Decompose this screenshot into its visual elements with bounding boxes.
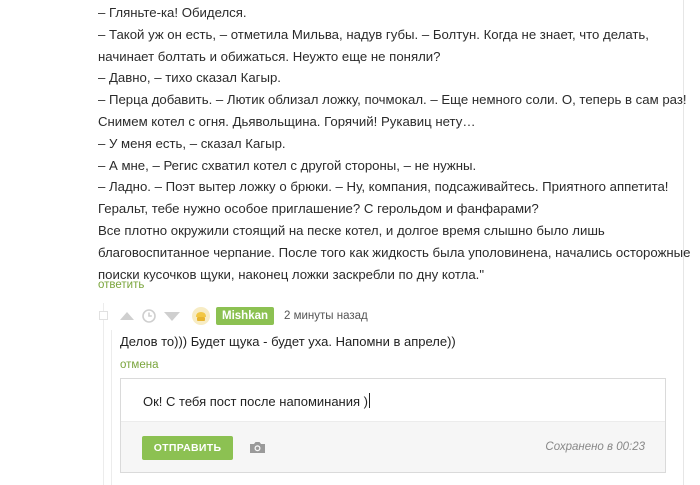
username-badge[interactable]: Mishkan (216, 307, 275, 325)
reply-textarea-value: Ок! С тебя пост после напоминания ) (143, 394, 368, 409)
camera-icon[interactable] (249, 440, 266, 454)
story-line: – Перца добавить. – Лютик облизал ложку,… (98, 92, 687, 108)
story-line: – Давно, – тихо сказал Кагыр. (98, 70, 281, 86)
story-line: – А мне, – Регис схватил котел с другой … (98, 157, 477, 173)
reply-link[interactable]: ответить (98, 279, 144, 291)
story-text: – Гляньте-ка! Обиделся. – Такой уж он ест… (98, 2, 691, 285)
story-line: начинает болтать и обижаться. Неужто еще… (98, 48, 441, 64)
story-line: – Ладно. – Поэт вытер ложку о брюки. – Н… (98, 179, 669, 195)
story-line: Все плотно окружили стоящий на песке кот… (98, 222, 605, 238)
branch-line (111, 330, 112, 485)
editor-toolbar: ОТПРАВИТЬ Сохранено в 00:23 (121, 421, 665, 472)
story-line: – У меня есть, – сказал Кагыр. (98, 135, 286, 151)
clock-icon[interactable] (142, 309, 156, 323)
story-line: поиски кусочков щуки, наконец ложки заск… (98, 266, 484, 282)
vote-up-icon[interactable] (120, 312, 134, 320)
collapse-box-icon[interactable] (99, 311, 108, 320)
saved-status: Сохранено в 00:23 (545, 441, 645, 453)
avatar-icon[interactable] (192, 307, 210, 325)
story-line: Геральт, тебе нужно особое приглашение? … (98, 201, 539, 217)
reply-textarea[interactable]: Ок! С тебя пост после напоминания ) (121, 379, 665, 423)
send-button[interactable]: ОТПРАВИТЬ (142, 436, 233, 460)
page-right-divider (683, 0, 684, 485)
story-line: Снимем котел с огня. Дьявольщина. Горячи… (98, 113, 476, 129)
comment-text: Делов то))) Будет щука - будет уха. Напо… (120, 334, 456, 349)
reply-editor: Ок! С тебя пост после напоминания ) ОТПР… (120, 378, 666, 473)
story-line: благовоспитанное черпание. После того ка… (98, 244, 691, 260)
cancel-link[interactable]: отмена (120, 359, 158, 371)
thread-line (103, 303, 104, 485)
vote-down-icon[interactable] (164, 311, 180, 321)
text-caret (368, 393, 370, 408)
comment-timestamp: 2 минуты назад (284, 310, 368, 322)
story-line: – Гляньте-ка! Обиделся. (98, 5, 247, 20)
comment-header: Mishkan 2 минуты назад (120, 306, 368, 326)
story-line: – Такой уж он есть, – отметила Мильва, н… (98, 26, 649, 42)
